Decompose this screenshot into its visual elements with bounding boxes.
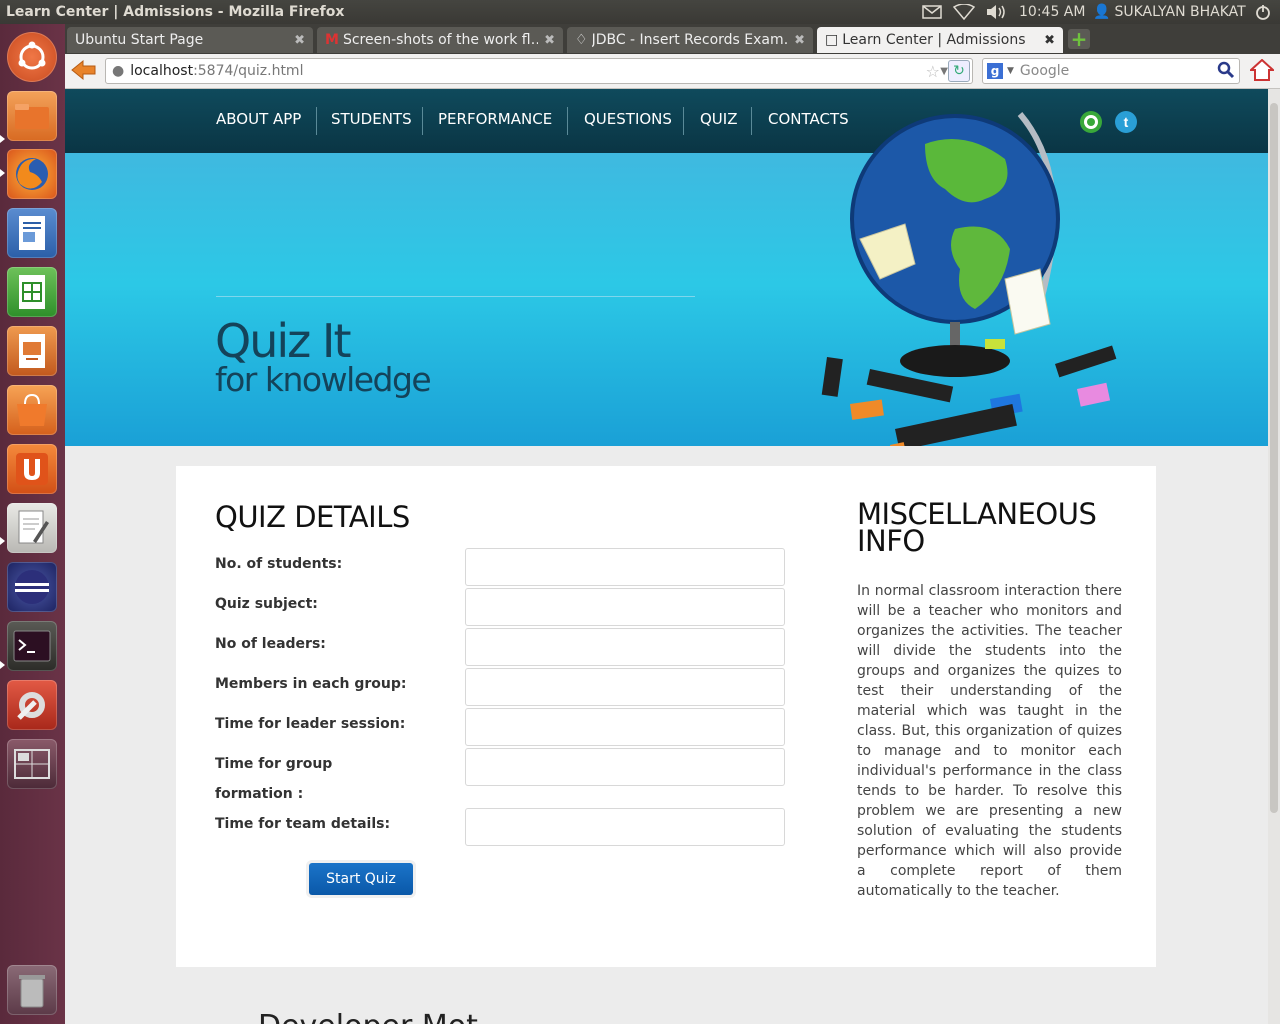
hero-title: Quiz It — [215, 314, 352, 368]
globe-icon: ● — [112, 63, 125, 79]
nav-quiz[interactable]: QUIZ — [700, 110, 738, 128]
network-icon[interactable] — [953, 3, 975, 21]
trash-icon[interactable] — [7, 965, 57, 1015]
nav-questions[interactable]: QUESTIONS — [584, 110, 672, 128]
field-label-members: Members in each group: — [215, 676, 407, 692]
field-label-subject: Quiz subject: — [215, 596, 318, 612]
search-input[interactable]: Google — [1020, 63, 1069, 79]
footer-heading-partial: Developer Mot — [258, 1009, 478, 1024]
bookmark-star-icon[interactable]: ☆ — [926, 62, 940, 81]
ubuntu-one-icon[interactable] — [7, 444, 57, 494]
site-icon: ♢ — [575, 32, 588, 48]
home-folder-icon[interactable] — [7, 91, 57, 141]
leaders-input[interactable] — [465, 628, 785, 666]
workspace-switcher-icon[interactable] — [7, 739, 57, 789]
clock[interactable]: 10:45 AM — [1019, 3, 1085, 21]
calc-icon[interactable] — [7, 267, 57, 317]
nav-separator — [316, 107, 317, 135]
launcher — [0, 24, 65, 1024]
nav-separator — [567, 107, 568, 135]
tab-jdbc[interactable]: ♢ JDBC - Insert Records Exam… ✖ — [567, 27, 813, 53]
window-title: Learn Center | Admissions - Mozilla Fire… — [6, 4, 345, 20]
search-bar[interactable]: g ▼ Google — [982, 58, 1240, 84]
globe-illustration — [821, 112, 1117, 459]
nav-about-app[interactable]: ABOUT APP — [216, 110, 301, 128]
tab-screenshots[interactable]: M Screen-shots of the work fl… ✖ — [317, 27, 563, 53]
team-details-input[interactable] — [465, 808, 785, 846]
navigation-bar: ● localhost:5874/quiz.html ☆ ▼ ↻ g ▼ Goo… — [65, 54, 1280, 89]
hero-divider — [216, 296, 695, 297]
user-name: SUKALYAN BHAKAT — [1114, 4, 1246, 20]
tab-label: Screen-shots of the work fl… — [342, 32, 539, 48]
field-label-leader-session: Time for leader session: — [215, 716, 406, 732]
students-input[interactable] — [465, 548, 785, 586]
gmail-icon: M — [325, 32, 339, 48]
misc-info-text: In normal classroom interaction there wi… — [857, 583, 1122, 899]
group-formation-input[interactable] — [465, 748, 785, 786]
field-label-group-formation: Time for group formation : — [215, 756, 333, 802]
page-icon: □ — [825, 32, 839, 48]
search-engine-dropdown-icon[interactable]: ▼ — [1007, 66, 1014, 76]
eclipse-icon[interactable] — [7, 562, 57, 612]
power-icon[interactable] — [1254, 3, 1272, 21]
url-host: localhost — [130, 63, 194, 79]
user-menu[interactable]: 👤 SUKALYAN BHAKAT — [1093, 3, 1246, 21]
terminal-icon[interactable] — [7, 621, 57, 671]
tab-ubuntu-start[interactable]: Ubuntu Start Page ✖ — [67, 27, 313, 53]
home-icon — [1248, 58, 1276, 81]
field-label-team-details: Time for team details: — [215, 816, 391, 832]
page-viewport: ABOUT APP STUDENTS PERFORMANCE QUESTIONS… — [65, 89, 1268, 1024]
misc-info-heading: MISCELLANEOUS INFO — [857, 497, 1097, 558]
nav-students[interactable]: STUDENTS — [331, 110, 412, 128]
hero-subtitle: for knowledge — [215, 360, 432, 399]
url-path: :5874/quiz.html — [193, 63, 304, 79]
nav-separator — [751, 107, 752, 135]
reload-icon[interactable]: ↻ — [948, 60, 970, 82]
tab-label: JDBC - Insert Records Exam… — [591, 32, 789, 48]
tab-label: Learn Center | Admissions — [842, 32, 1026, 48]
writer-icon[interactable] — [7, 208, 57, 258]
mail-icon[interactable] — [922, 3, 942, 21]
firefox-icon[interactable] — [7, 149, 57, 199]
nav-performance[interactable]: PERFORMANCE — [438, 110, 552, 128]
tab-label: Ubuntu Start Page — [75, 32, 204, 48]
subject-input[interactable] — [465, 588, 785, 626]
members-input[interactable] — [465, 668, 785, 706]
url-bar[interactable]: ● localhost:5874/quiz.html ☆ ▼ ↻ — [105, 58, 973, 84]
search-icon[interactable] — [1217, 61, 1235, 83]
close-icon[interactable]: ✖ — [794, 33, 805, 48]
nav-separator — [683, 107, 684, 135]
field-label-leaders: No of leaders: — [215, 636, 326, 652]
user-icon: 👤 — [1093, 4, 1111, 20]
close-icon[interactable]: ✖ — [544, 33, 555, 48]
back-button[interactable] — [71, 59, 97, 85]
volume-icon[interactable] — [985, 3, 1007, 21]
ubuntu-dash-icon[interactable] — [7, 32, 57, 82]
plus-icon: + — [1070, 27, 1088, 51]
tab-learn-center[interactable]: □ Learn Center | Admissions ✖ — [817, 27, 1063, 53]
text-editor-icon[interactable] — [7, 503, 57, 553]
close-icon[interactable]: ✖ — [294, 33, 305, 48]
home-button[interactable] — [1248, 58, 1276, 85]
leader-session-input[interactable] — [465, 708, 785, 746]
close-icon[interactable]: ✖ — [1044, 33, 1055, 48]
impress-icon[interactable] — [7, 326, 57, 376]
scrollbar-thumb[interactable] — [1270, 103, 1278, 813]
page-scrollbar[interactable] — [1268, 89, 1280, 1024]
new-tab-button[interactable]: + — [1068, 29, 1090, 49]
google-icon: g — [987, 63, 1003, 79]
system-settings-icon[interactable] — [7, 680, 57, 730]
field-label-students: No. of students: — [215, 556, 343, 572]
top-panel: Learn Center | Admissions - Mozilla Fire… — [0, 0, 1280, 24]
software-center-icon[interactable] — [7, 385, 57, 435]
tab-bar: Ubuntu Start Page ✖ M Screen-shots of th… — [65, 24, 1280, 54]
back-arrow-icon — [71, 59, 96, 81]
history-dropdown-icon[interactable]: ▼ — [940, 66, 948, 77]
nav-separator — [422, 107, 423, 135]
quiz-details-heading: QUIZ DETAILS — [215, 500, 410, 534]
start-quiz-button[interactable]: Start Quiz — [309, 863, 413, 895]
